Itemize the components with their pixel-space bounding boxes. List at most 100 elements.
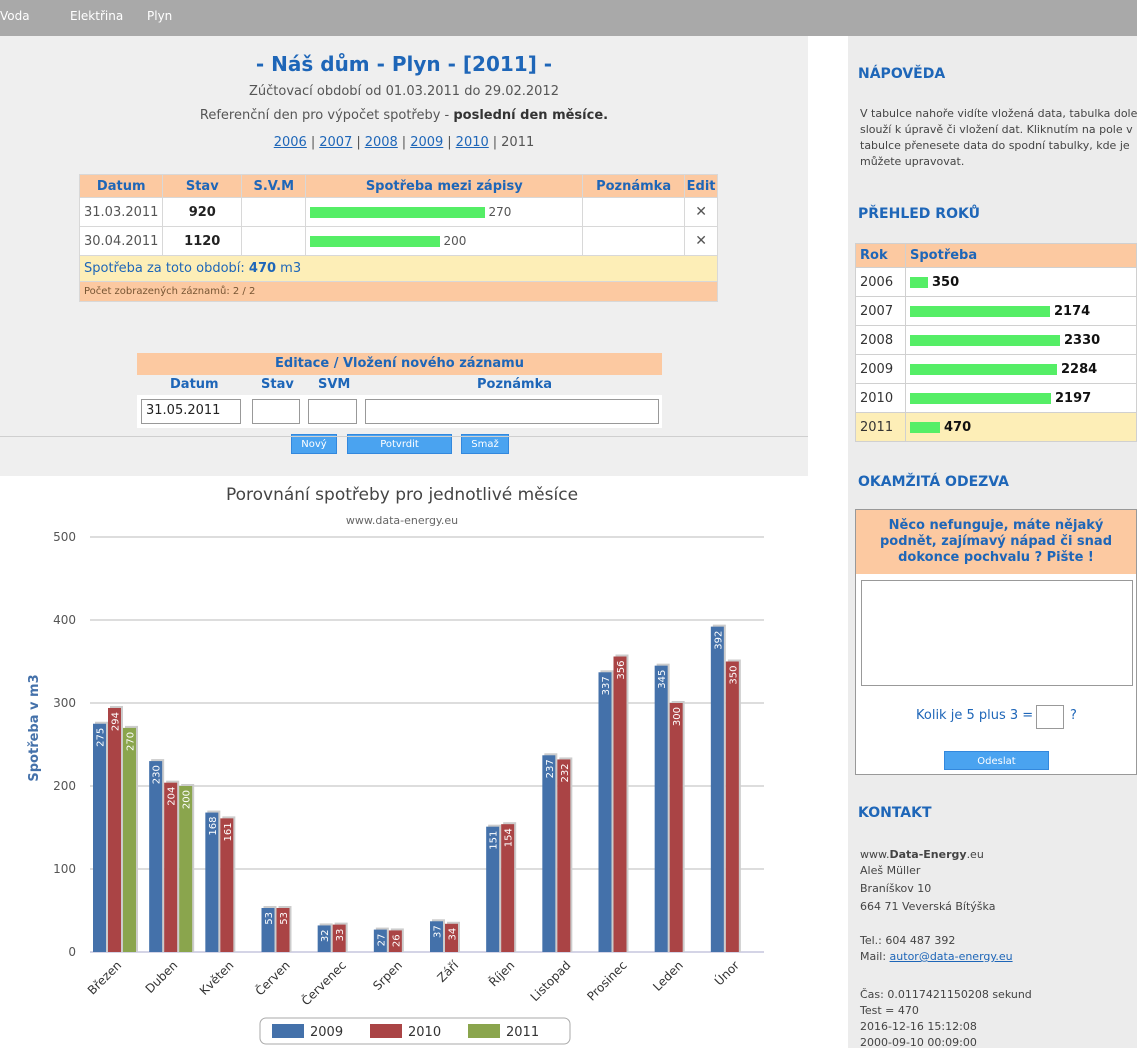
bar-2010-2[interactable]: 161 — [220, 816, 236, 952]
table-row[interactable]: 2009 2284 — [855, 354, 1137, 384]
bar-2010-1[interactable]: 204 — [164, 780, 180, 952]
bar-2009-10[interactable]: 345 — [654, 663, 670, 952]
nav-item-elektrina[interactable]: Elektřina — [70, 9, 123, 23]
year-link-2009[interactable]: 2009 — [410, 135, 443, 150]
bar-2011-1[interactable]: 200 — [179, 784, 195, 952]
cell-stav[interactable]: 920 — [162, 197, 243, 227]
bar[interactable] — [123, 727, 136, 952]
cell-spotreba[interactable]: 2197 — [905, 383, 1137, 413]
cell-rok[interactable]: 2006 — [855, 267, 906, 297]
table-row[interactable]: 2010 2197 — [855, 383, 1137, 413]
bar-2010-4[interactable]: 33 — [332, 922, 348, 952]
bar[interactable] — [179, 786, 193, 952]
cell-spotreba[interactable]: 2174 — [905, 296, 1137, 326]
bar[interactable] — [654, 665, 668, 952]
bar[interactable] — [669, 703, 683, 952]
cell-spotreba[interactable]: 470 — [905, 412, 1137, 442]
cell-spotreba[interactable]: 2330 — [905, 325, 1137, 355]
legend-swatch-2011 — [468, 1024, 500, 1038]
bar-2009-6[interactable]: 37 — [430, 919, 445, 952]
cell-rok[interactable]: 2009 — [855, 354, 906, 384]
bar-2009-7[interactable]: 151 — [486, 824, 502, 952]
bar-2011-0[interactable]: 270 — [123, 725, 138, 952]
bar[interactable] — [725, 661, 739, 953]
bar-2010-6[interactable]: 34 — [445, 921, 460, 952]
bar-2009-2[interactable]: 168 — [205, 810, 221, 952]
cell-poznamka[interactable] — [582, 197, 686, 227]
new-button[interactable]: Nový — [291, 434, 337, 454]
bar-2009-8[interactable]: 237 — [542, 753, 558, 952]
billing-period: Zúčtovací období od 01.03.2011 do 29.02.… — [249, 84, 559, 99]
bar-2009-11[interactable]: 392 — [710, 624, 726, 952]
contact-mail-link[interactable]: autor@data-energy.eu — [890, 950, 1013, 963]
bar[interactable] — [557, 759, 571, 952]
cell-svm[interactable] — [241, 197, 307, 227]
cell-spotreba[interactable]: 2284 — [905, 354, 1137, 384]
cell-rok[interactable]: 2007 — [855, 296, 906, 326]
year-value: 2174 — [1054, 303, 1091, 319]
captcha-input[interactable] — [1036, 705, 1064, 729]
bar[interactable] — [149, 761, 163, 952]
cell-rok[interactable]: 2011 — [855, 412, 906, 442]
cell-poznamka[interactable] — [582, 226, 686, 256]
stav-input[interactable] — [252, 399, 300, 424]
table-row[interactable]: 2011 470 — [855, 412, 1137, 442]
bar[interactable] — [93, 723, 106, 952]
year-link-2006[interactable]: 2006 — [274, 135, 307, 150]
bar-2009-4[interactable]: 32 — [317, 923, 333, 952]
bar[interactable] — [164, 782, 178, 952]
cell-spotreba[interactable]: 270 — [305, 197, 584, 227]
table-row[interactable]: 31.03.2011 920 270 ✕ — [78, 197, 718, 227]
bar[interactable] — [542, 755, 556, 952]
bar-2009-5[interactable]: 27 — [373, 927, 389, 952]
bar-2010-5[interactable]: 26 — [388, 928, 404, 952]
poznamka-input[interactable] — [365, 399, 659, 424]
table-row[interactable]: 2006 350 — [855, 267, 1137, 297]
bar-2010-9[interactable]: 356 — [613, 654, 629, 952]
delete-icon[interactable]: ✕ — [684, 226, 718, 256]
confirm-button[interactable]: Potvrdit — [347, 434, 452, 454]
table-row[interactable]: 2007 2174 — [855, 296, 1137, 326]
bar-2009-3[interactable]: 53 — [261, 906, 277, 952]
datum-input[interactable]: 31.05.2011 — [141, 399, 241, 424]
bar-2009-9[interactable]: 337 — [598, 670, 614, 952]
svm-input[interactable] — [308, 399, 357, 424]
bar-data-label: 151 — [489, 831, 500, 850]
legend-label-2009[interactable]: 2009 — [310, 1025, 343, 1040]
bar[interactable] — [613, 656, 627, 952]
bar[interactable] — [108, 707, 121, 952]
cell-datum[interactable]: 31.03.2011 — [78, 197, 164, 227]
bar[interactable] — [598, 672, 612, 952]
feedback-textarea[interactable] — [861, 580, 1133, 686]
nav-item-voda[interactable]: Voda — [0, 9, 30, 23]
bar[interactable] — [710, 626, 724, 952]
bar-2010-0[interactable]: 294 — [108, 705, 123, 952]
y-tick-label: 100 — [53, 862, 76, 876]
bar-2010-8[interactable]: 232 — [557, 757, 573, 952]
bar-2009-0[interactable]: 275 — [93, 721, 108, 952]
legend-label-2011[interactable]: 2011 — [506, 1025, 539, 1040]
bar-2010-3[interactable]: 53 — [276, 906, 292, 952]
cell-stav[interactable]: 1120 — [162, 226, 243, 256]
nav-item-plyn[interactable]: Plyn — [147, 9, 172, 23]
cell-svm[interactable] — [241, 226, 307, 256]
bar-2010-7[interactable]: 154 — [501, 822, 517, 952]
cell-spotreba[interactable]: 200 — [305, 226, 584, 256]
bar-2009-1[interactable]: 230 — [149, 759, 165, 952]
cell-rok[interactable]: 2010 — [855, 383, 906, 413]
year-link-2010[interactable]: 2010 — [456, 135, 489, 150]
year-link-2007[interactable]: 2007 — [319, 135, 352, 150]
legend-label-2010[interactable]: 2010 — [408, 1025, 441, 1040]
bar-2010-11[interactable]: 350 — [725, 659, 741, 953]
send-button[interactable]: Odeslat — [944, 751, 1049, 770]
year-link-2008[interactable]: 2008 — [365, 135, 398, 150]
cell-datum[interactable]: 30.04.2011 — [78, 226, 164, 256]
delete-icon[interactable]: ✕ — [684, 197, 718, 227]
separator: | — [447, 135, 452, 150]
cell-spotreba[interactable]: 350 — [905, 267, 1137, 297]
table-row[interactable]: 2008 2330 — [855, 325, 1137, 355]
table-row[interactable]: 30.04.2011 1120 200 ✕ — [78, 226, 718, 256]
bar-2010-10[interactable]: 300 — [669, 701, 685, 952]
delete-button[interactable]: Smaž — [461, 434, 509, 454]
cell-rok[interactable]: 2008 — [855, 325, 906, 355]
